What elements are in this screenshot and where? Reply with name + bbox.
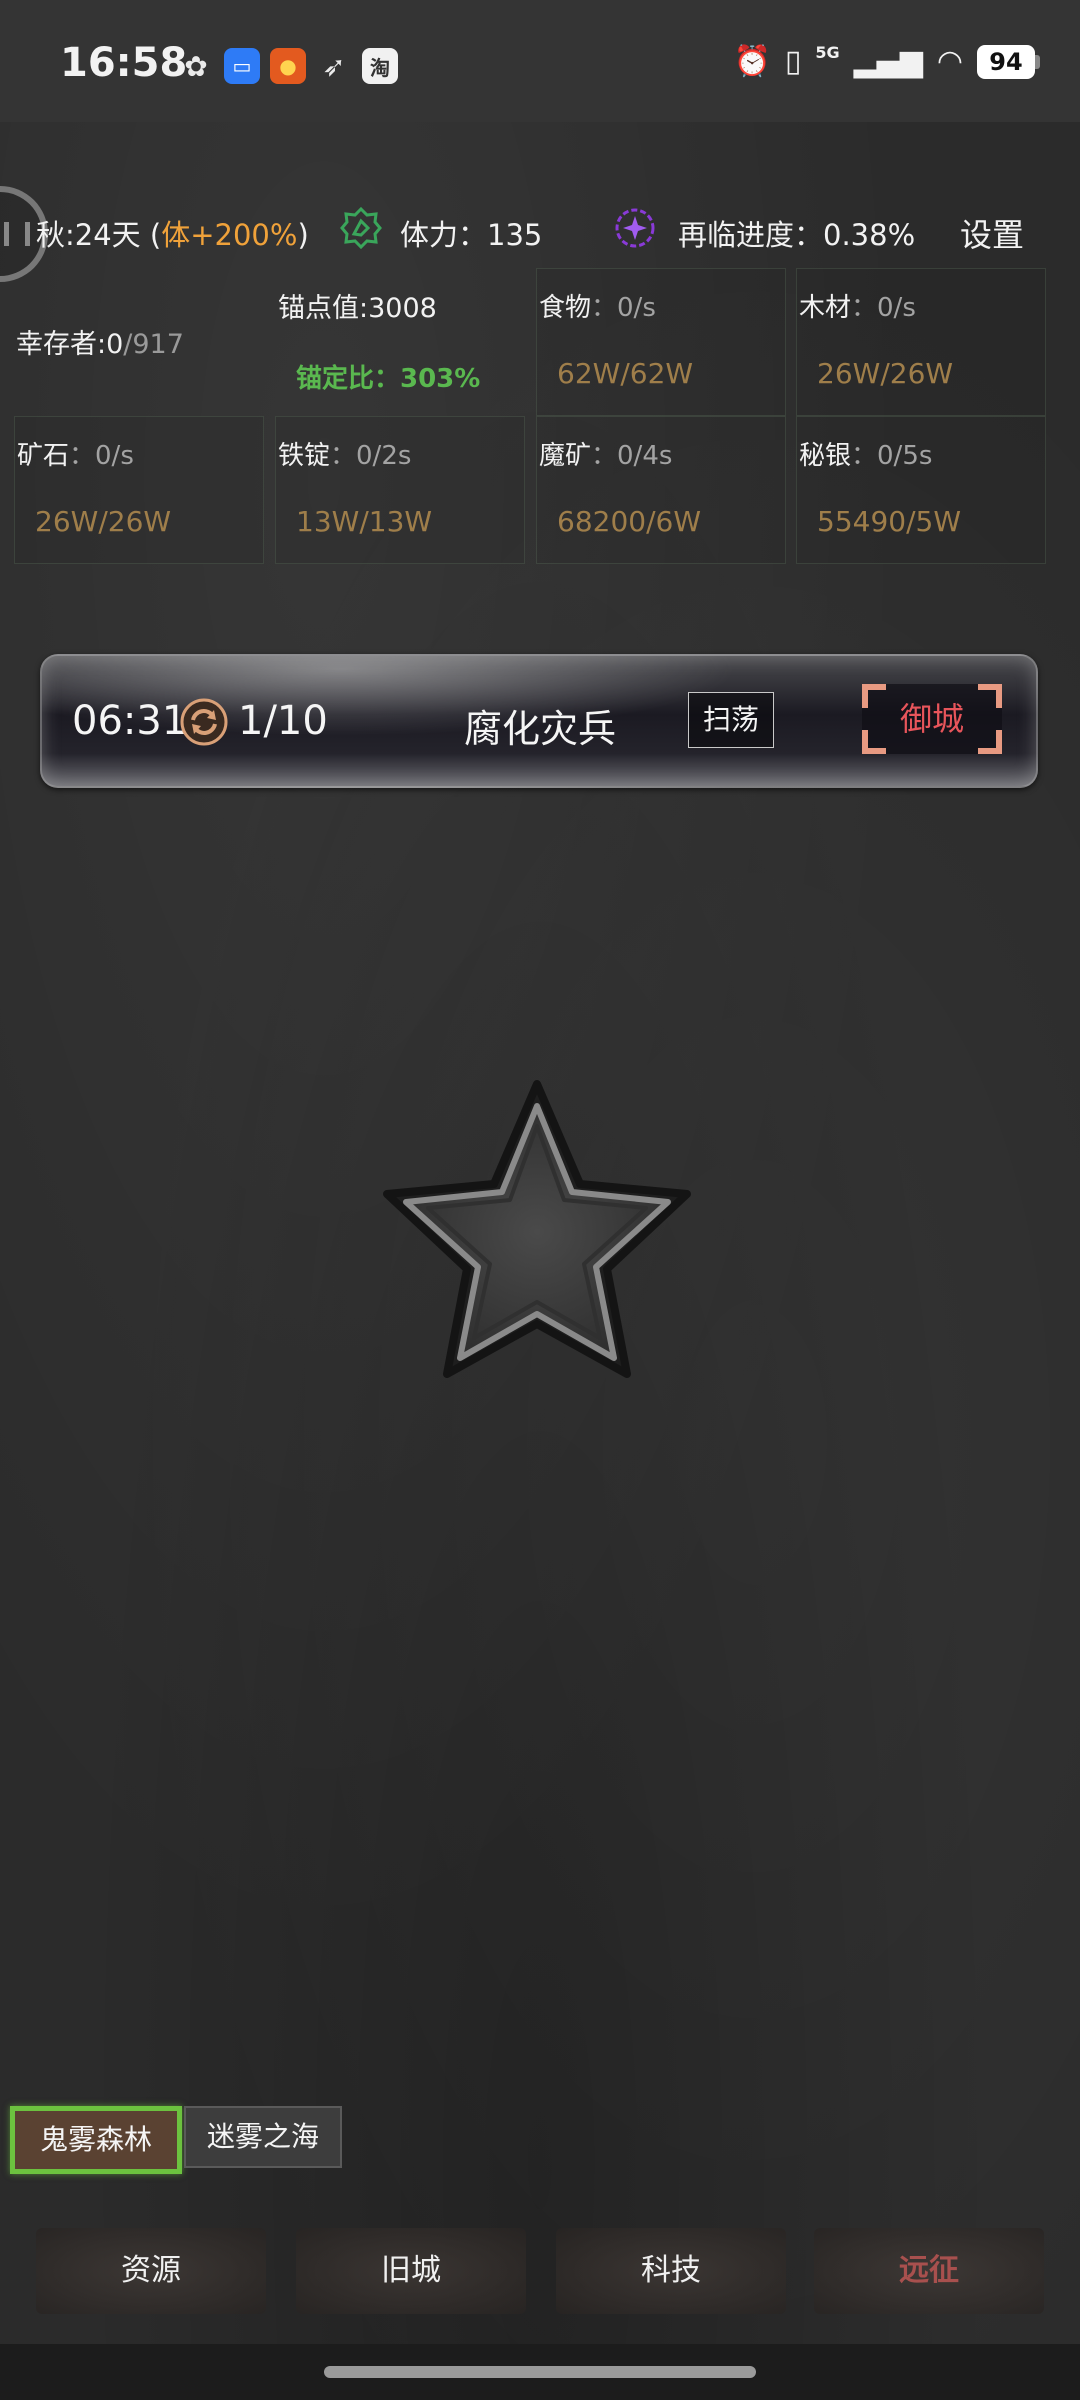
stamina-icon [340,207,382,249]
season-bonus: 体+200% [161,218,298,252]
survivors-stat: 幸存者:0/917 [16,322,184,361]
nav-expedition-button[interactable]: 远征 [814,2228,1044,2314]
corner-marker [978,684,1002,708]
resource-ore: 矿石：0/s 26W/26W [14,416,264,564]
resource-label: 木材 [799,293,852,323]
season-close: ) [297,218,309,252]
progress-icon [615,208,655,248]
reappear-progress: 再临进度：0.38% [678,218,916,252]
pause-icon [4,222,30,246]
resource-magic-ore: 魔矿：0/4s 68200/6W [536,416,786,564]
season-text: 秋:24天 ( [36,218,162,252]
resource-label: 魔矿 [539,441,592,471]
nav-tech-button[interactable]: 科技 [556,2228,786,2314]
system-icons: ⏰ ▯ 5G ▂▄▆ ◠ 94 [733,42,1040,80]
resource-label: 矿石 [17,441,70,471]
event-attempts: 1/10 [238,698,328,744]
settings-button[interactable]: 设置 [960,210,1024,256]
resource-iron-ingot: 铁锭：0/2s 13W/13W [275,416,525,564]
alarm-icon: ⏰ [733,44,771,79]
nav-resources-button[interactable]: 资源 [36,2228,266,2314]
resource-label: 铁锭 [278,441,331,471]
resource-rate: ：0/s [69,441,134,471]
resource-mithril: 秘银：0/5s 55490/5W [796,416,1046,564]
signal-icon: ▂▄▆ [853,44,923,79]
wechat-icon: ✿ [184,49,208,83]
stamina-value: 体力：135 [400,218,543,252]
notification-icons: ✿ ▭ ● ➶ 淘 [178,48,398,84]
resource-food: 食物：0/s 62W/62W [536,268,786,416]
resource-rate: ：0/2s [330,441,412,471]
refresh-icon[interactable] [178,696,230,748]
vibrate-icon: ▯ [784,44,802,79]
wifi-icon: ◠ [936,44,963,79]
corner-marker [978,730,1002,754]
resource-rate: ：0/s [851,293,916,323]
star-emblem[interactable] [372,1074,702,1394]
resource-amount: 68200/6W [557,505,702,538]
gov-app-icon: ● [270,48,306,84]
sweep-button[interactable]: 扫荡 [688,692,774,748]
message-icon: ▭ [224,48,260,84]
resource-label: 秘银 [799,441,852,471]
resource-label: 食物 [539,293,592,323]
battery-icon: 94 [977,45,1040,79]
battery-level: 94 [977,45,1035,79]
event-banner: 06:31 1/10 腐化灾兵 扫荡 御城 [40,654,1038,788]
resource-amount: 26W/26W [817,357,954,390]
anchor-ratio: 锚定比：303% [296,364,481,394]
resource-rate: ：0/s [591,293,656,323]
battery-tip [1035,55,1040,69]
resource-amount: 55490/5W [817,505,962,538]
corner-marker [862,684,886,708]
corner-marker [862,730,886,754]
resource-amount: 26W/26W [35,505,172,538]
anchor-value: 锚点值:3008 [278,293,437,324]
defend-city-button[interactable]: 御城 [862,684,1002,754]
taobao-icon: 淘 [362,48,398,84]
season-info: 秋:24天 (体+200%) [36,212,309,254]
event-name: 腐化灾兵 [464,707,617,751]
resource-rate: ：0/5s [851,441,933,471]
survivors-max: /917 [123,329,184,360]
resource-amount: 13W/13W [296,505,433,538]
resource-wood: 木材：0/s 26W/26W [796,268,1046,416]
resource-rate: ：0/4s [591,441,673,471]
status-bar: 16:58 ✿ ▭ ● ➶ 淘 ⏰ ▯ 5G ▂▄▆ ◠ 94 [0,0,1080,122]
bird-icon: ➶ [322,49,346,83]
map-tab-ghost-fog-forest[interactable]: 鬼雾森林 [10,2106,182,2174]
event-timer: 06:31 [72,698,188,744]
home-indicator[interactable] [324,2366,756,2378]
survivors-count: 幸存者:0 [16,329,124,360]
network-type: 5G [815,42,840,62]
defend-city-label: 御城 [899,700,964,738]
status-time: 16:58 [60,40,188,86]
nav-old-city-button[interactable]: 旧城 [296,2228,526,2314]
resource-amount: 62W/62W [557,357,694,390]
map-tab-misty-sea[interactable]: 迷雾之海 [184,2106,342,2168]
